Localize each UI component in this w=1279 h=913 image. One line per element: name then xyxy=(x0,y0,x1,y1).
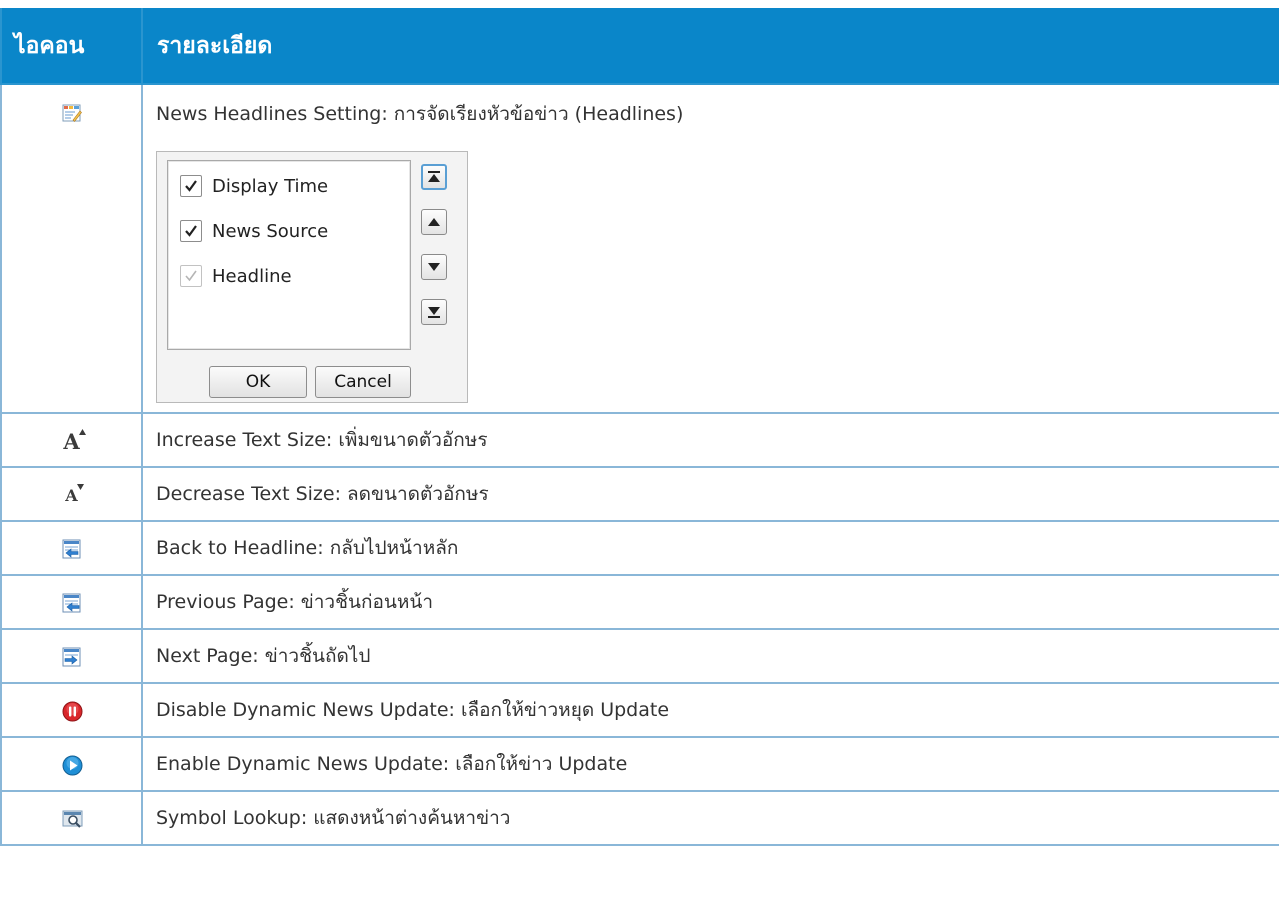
row-description: Back to Headline: กลับไปหน้าหลัก xyxy=(141,520,1279,576)
icon-reference-page: ไอคอน รายละเอียด News Headlines Setting:… xyxy=(0,0,1279,913)
move-down-icon xyxy=(428,263,440,271)
table-row: Enable Dynamic News Update: เลือกให้ข่าว… xyxy=(0,736,1279,792)
decrease-text-icon[interactable]: A xyxy=(62,483,84,505)
row-description: Disable Dynamic News Update: เลือกให้ข่า… xyxy=(141,682,1279,738)
table-row: Previous Page: ข่าวชิ้นก่อนหน้า xyxy=(0,574,1279,630)
table-row: Next Page: ข่าวชิ้นถัดไป xyxy=(0,628,1279,684)
row-description: News Headlines Setting: การจัดเรียงหัวข้… xyxy=(156,103,684,125)
display-time-checkbox[interactable] xyxy=(180,175,202,197)
option-label: Headline xyxy=(212,265,292,287)
option-label: News Source xyxy=(212,220,329,242)
table-row: A Decrease Text Size: ลดขนาดตัวอักษร xyxy=(0,466,1279,522)
row-description: Next Page: ข่าวชิ้นถัดไป xyxy=(141,628,1279,684)
row-description: Symbol Lookup: แสดงหน้าต่างค้นหาข่าว xyxy=(141,790,1279,846)
symbol-lookup-icon[interactable] xyxy=(62,809,82,829)
move-down-button[interactable] xyxy=(421,254,447,280)
back-to-headline-icon[interactable] xyxy=(62,539,82,559)
increase-text-icon[interactable]: A xyxy=(61,428,86,454)
headline-setting-dialog: Display Time News Source Headline OK Can… xyxy=(156,151,468,403)
option-label: Display Time xyxy=(212,175,329,197)
increase-glyph: A xyxy=(63,428,80,454)
move-up-button[interactable] xyxy=(421,209,447,235)
pause-update-icon[interactable] xyxy=(62,701,82,721)
move-top-icon xyxy=(428,171,440,182)
icon-reference-table: ไอคอน รายละเอียด News Headlines Setting:… xyxy=(0,0,1279,846)
row-description: Enable Dynamic News Update: เลือกให้ข่าว… xyxy=(141,736,1279,792)
previous-page-icon[interactable] xyxy=(62,593,82,613)
option-headline: Headline xyxy=(180,260,292,292)
description-column-header: รายละเอียด xyxy=(141,0,1279,85)
option-news-source[interactable]: News Source xyxy=(180,215,328,247)
option-display-time[interactable]: Display Time xyxy=(180,170,328,202)
table-row: Disable Dynamic News Update: เลือกให้ข่า… xyxy=(0,682,1279,738)
move-bottom-icon xyxy=(428,307,440,318)
move-up-icon xyxy=(428,218,440,226)
headline-checkbox xyxy=(180,265,202,287)
ok-button[interactable]: OK xyxy=(209,366,307,398)
play-update-icon[interactable] xyxy=(62,755,82,775)
headline-field-list[interactable]: Display Time News Source Headline xyxy=(167,160,411,350)
row-description: Previous Page: ข่าวชิ้นก่อนหน้า xyxy=(141,574,1279,630)
table-row: Symbol Lookup: แสดงหน้าต่างค้นหาข่าว xyxy=(0,790,1279,846)
move-top-button[interactable] xyxy=(421,164,447,190)
row-description: Increase Text Size: เพิ่มขนาดตัวอักษร xyxy=(141,412,1279,468)
icon-column-header: ไอคอน xyxy=(0,0,143,85)
row-description: Decrease Text Size: ลดขนาดตัวอักษร xyxy=(141,466,1279,522)
cancel-button[interactable]: Cancel xyxy=(315,366,411,398)
news-source-checkbox[interactable] xyxy=(180,220,202,242)
table-row: News Headlines Setting: การจัดเรียงหัวข้… xyxy=(0,83,1279,414)
table-row: Back to Headline: กลับไปหน้าหลัก xyxy=(0,520,1279,576)
headline-setting-icon[interactable] xyxy=(62,103,82,123)
next-page-icon[interactable] xyxy=(62,647,82,667)
table-row: A Increase Text Size: เพิ่มขนาดตัวอักษร xyxy=(0,412,1279,468)
move-bottom-button[interactable] xyxy=(421,299,447,325)
table-header-row: ไอคอน รายละเอียด xyxy=(0,0,1279,85)
